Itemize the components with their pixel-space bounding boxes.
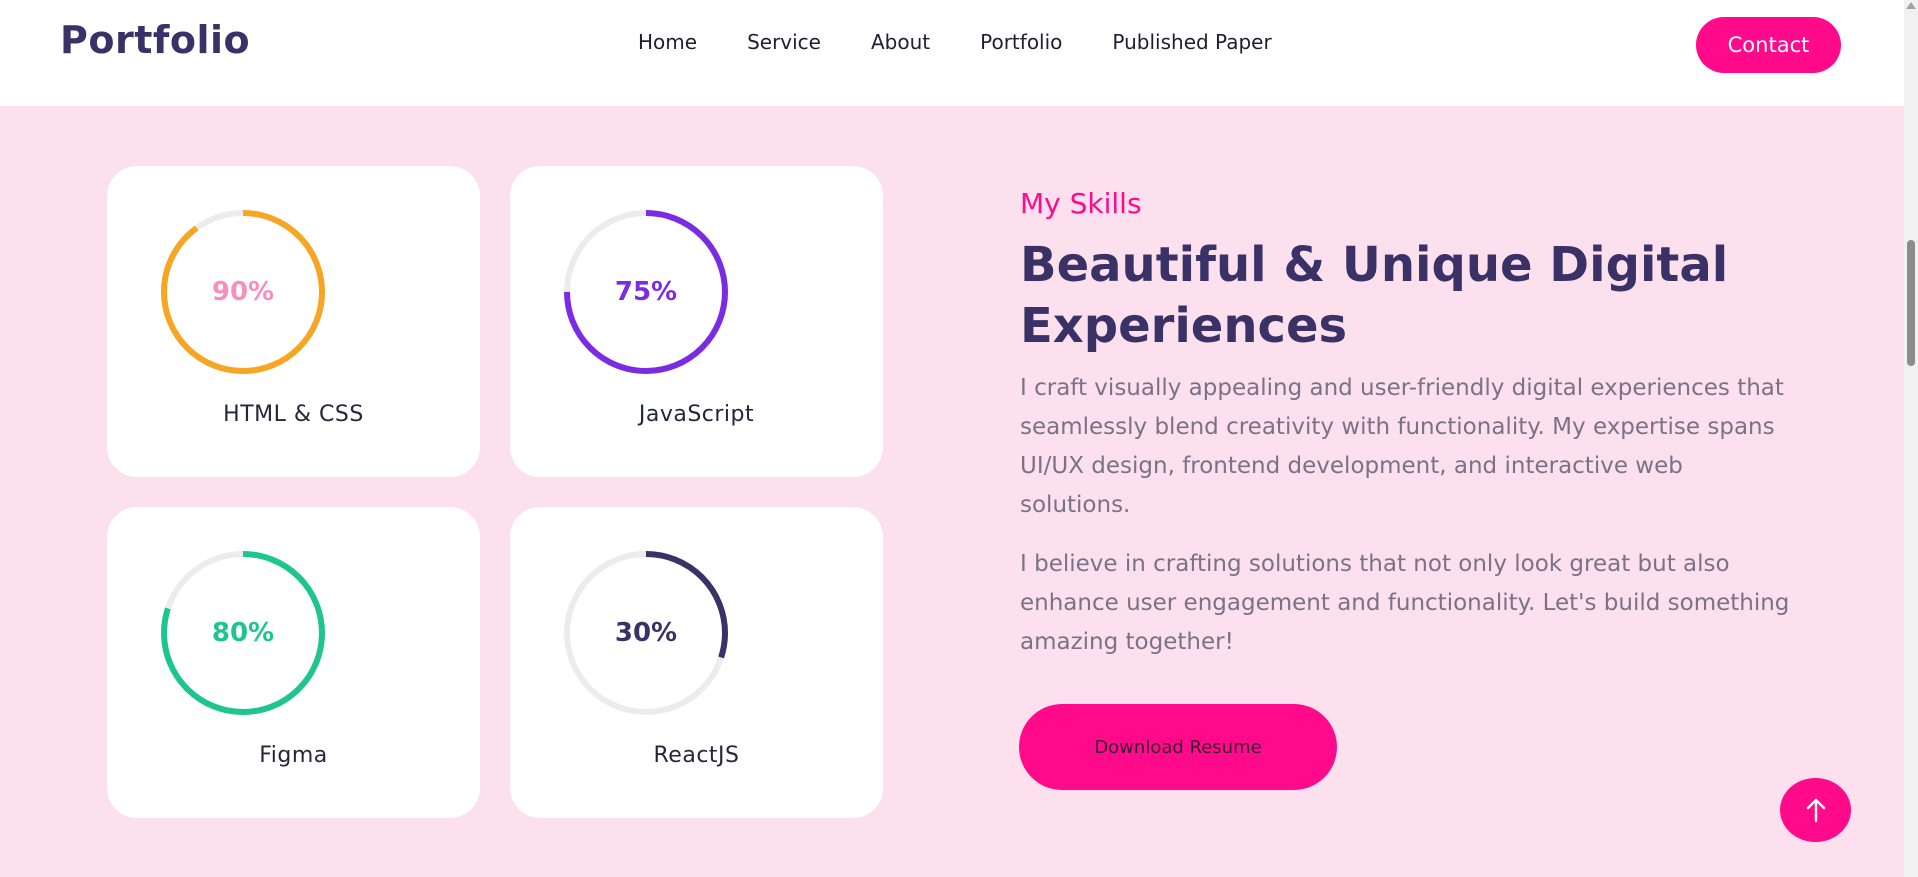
skill-name: JavaScript [638, 402, 755, 427]
contact-button[interactable]: Contact [1696, 17, 1841, 73]
back-to-top-button[interactable] [1780, 778, 1851, 842]
skill-percent: 30% [614, 618, 678, 648]
skill-card-html-css: 90% HTML & CSS [107, 166, 480, 477]
skill-name: ReactJS [653, 743, 740, 768]
skill-percent: 75% [614, 277, 678, 307]
main-nav: Home Service About Portfolio Published P… [638, 30, 1272, 54]
skill-name: HTML & CSS [223, 402, 364, 427]
page-scrollbar[interactable] [1904, 0, 1918, 877]
site-logo[interactable]: Portfolio [60, 18, 250, 62]
nav-home-link[interactable]: Home [638, 30, 697, 54]
nav-service-link[interactable]: Service [747, 30, 821, 54]
arrow-up-icon [1806, 798, 1825, 823]
skill-percent: 80% [211, 618, 275, 648]
nav-published-paper-link[interactable]: Published Paper [1112, 30, 1271, 54]
download-resume-button[interactable]: Download Resume [1019, 704, 1337, 790]
nav-portfolio-link[interactable]: Portfolio [980, 30, 1062, 54]
site-header: Portfolio Home Service About Portfolio P… [0, 0, 1904, 106]
skill-percent: 90% [211, 277, 275, 307]
skill-card-reactjs: 30% ReactJS [510, 507, 883, 818]
nav-about-link[interactable]: About [871, 30, 930, 54]
about-paragraph: I believe in crafting solutions that not… [1020, 551, 1790, 655]
section-subtitle: My Skills [1020, 187, 1142, 220]
skill-card-figma: 80% Figma [107, 507, 480, 818]
skill-card-javascript: 75% JavaScript [510, 166, 883, 477]
scroll-thumb[interactable] [1907, 240, 1915, 366]
about-paragraph: I craft visually appealing and user-frie… [1020, 375, 1784, 518]
scroll-up-arrow-icon[interactable] [1906, 2, 1916, 9]
skill-name: Figma [259, 743, 328, 768]
section-title: Beautiful & Unique Digital Experiences [1020, 237, 1729, 354]
